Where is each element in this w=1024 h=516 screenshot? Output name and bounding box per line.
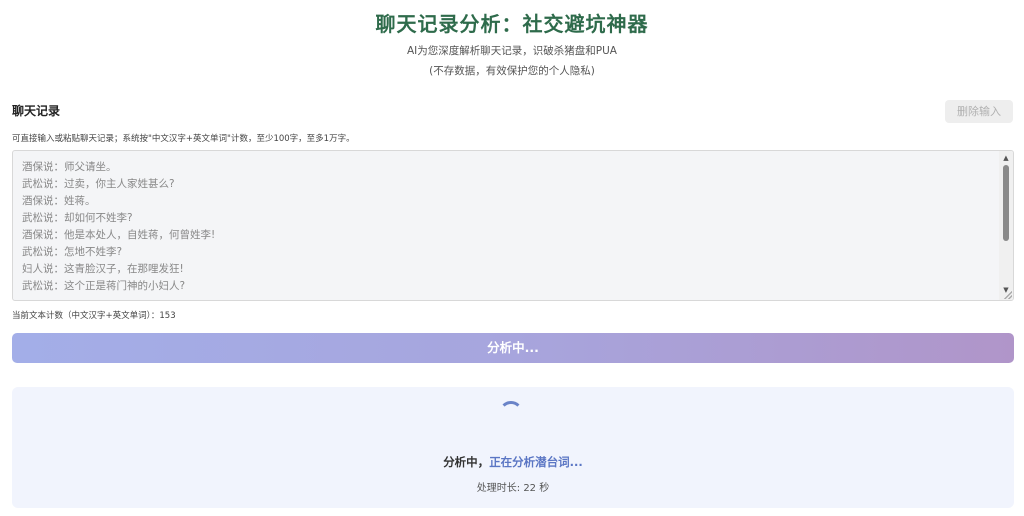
resize-grip-icon[interactable] (1004, 291, 1012, 299)
textarea-scrollbar[interactable]: ▲ ▼ (999, 151, 1013, 300)
chat-record-label: 聊天记录 (12, 104, 61, 118)
status-detail: 正在分析潜台词... (489, 455, 583, 469)
chat-lines: 酒保说：师父请坐。 武松说：过卖，你主人家姓甚么? 酒保说：姓蒋。 武松说：却如… (22, 159, 993, 295)
chat-line: 武松说：过卖，你主人家姓甚么? (22, 178, 175, 190)
chat-line: 武松说：怎地不姓李? (22, 246, 123, 258)
page-subtitle: AI为您深度解析聊天记录，识破杀猪盘和PUA (407, 45, 617, 57)
chat-line: 酒保说：师父请坐。 (22, 161, 117, 173)
input-hint: 可直接输入或粘贴聊天记录；系统按"中文汉字+英文单词"计数，至少100字，至多1… (12, 134, 355, 144)
chat-line: 妇人说：这青脸汉子，在那哩发狂! (22, 263, 184, 275)
chat-input-textarea[interactable]: 酒保说：师父请坐。 武松说：过卖，你主人家姓甚么? 酒保说：姓蒋。 武松说：却如… (12, 150, 1014, 301)
chat-line: 武松说：这个正是蒋门神的小妇人? (22, 280, 186, 292)
loading-spinner-icon (499, 401, 523, 425)
text-count-label: 当前文本计数（中文汉字+英文单词）： (12, 311, 160, 321)
analyze-button[interactable]: 分析中... (12, 333, 1014, 363)
clear-input-button[interactable]: 删除输入 (945, 100, 1013, 123)
chat-line: 酒保说：他是本处人，自姓蒋，何曾姓李! (22, 229, 216, 241)
page-title: 聊天记录分析：社交避坑神器 (375, 12, 649, 36)
status-prefix: 分析中， (443, 455, 490, 469)
text-count: 当前文本计数（中文汉字+英文单词）：153 (12, 309, 176, 321)
elapsed-time: 处理时长: 22 秒 (476, 483, 550, 494)
chat-line: 酒保说：姓蒋。 (22, 195, 96, 207)
scroll-up-arrow-icon[interactable]: ▲ (999, 152, 1013, 164)
analysis-status-panel: 分析中，正在分析潜台词... 处理时长: 22 秒 (12, 387, 1014, 508)
status-message: 分析中，正在分析潜台词... (12, 454, 1014, 470)
privacy-note: (不存数据，有效保护您的个人隐私) (429, 65, 595, 77)
chat-line: 武松说：却如何不姓李? (22, 212, 133, 224)
scroll-thumb[interactable] (1003, 165, 1009, 241)
text-count-value: 153 (159, 311, 176, 321)
